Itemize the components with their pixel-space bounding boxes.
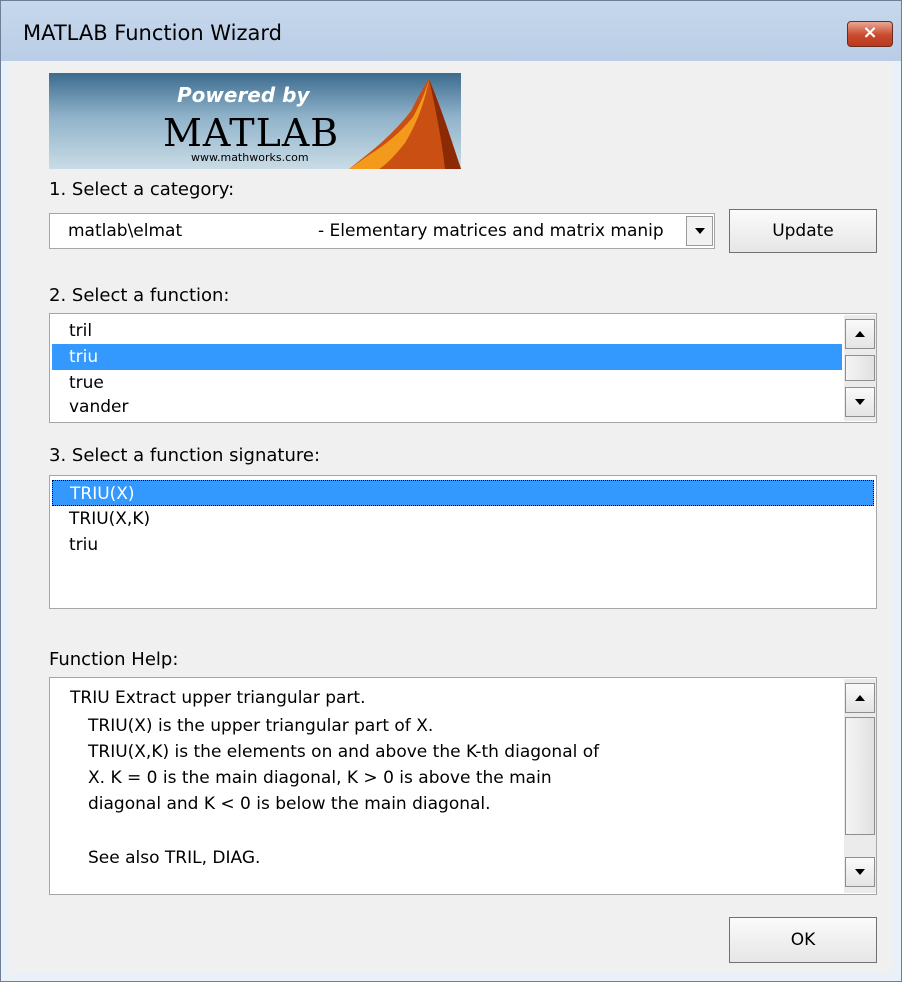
signature-item[interactable]: triu	[52, 532, 874, 558]
dropdown-arrow-button[interactable]	[686, 216, 713, 246]
dialog-body: Powered by MATLAB www.mathworks.com 1. S…	[9, 61, 893, 973]
help-line: X. K = 0 is the main diagonal, K > 0 is …	[88, 768, 552, 788]
logo-powered-by: Powered by	[177, 83, 310, 107]
matlab-logo: Powered by MATLAB www.mathworks.com	[49, 73, 461, 169]
ok-button-label: OK	[790, 930, 816, 950]
help-line: TRIU(X,K) is the elements on and above t…	[88, 742, 600, 762]
signature-label: 3. Select a function signature:	[49, 445, 321, 466]
help-line: diagonal and K < 0 is below the main dia…	[88, 794, 491, 814]
arrow-down-icon	[855, 399, 865, 405]
arrow-up-icon	[855, 695, 865, 701]
scroll-up-button[interactable]	[845, 683, 875, 713]
scroll-thumb[interactable]	[845, 717, 875, 835]
scroll-thumb[interactable]	[845, 355, 875, 381]
close-icon: ×	[862, 22, 878, 43]
ok-button[interactable]: OK	[729, 917, 877, 963]
chevron-down-icon	[694, 228, 705, 234]
signature-item[interactable]: TRIU(X,K)	[52, 506, 874, 532]
help-line: See also TRIL, DIAG.	[88, 848, 261, 868]
function-label: 2. Select a function:	[49, 285, 230, 306]
category-selected-description: - Elementary matrices and matrix manip	[318, 221, 664, 241]
update-button[interactable]: Update	[729, 209, 877, 253]
window-title: MATLAB Function Wizard	[23, 21, 282, 45]
list-item-selected[interactable]: triu	[52, 344, 842, 370]
category-dropdown[interactable]: matlab\elmat - Elementary matrices and m…	[49, 213, 715, 249]
signature-item-selected[interactable]: TRIU(X)	[52, 480, 874, 506]
list-item[interactable]: vander	[52, 394, 842, 420]
matlab-function-wizard-dialog: MATLAB Function Wizard × Powered by MATL…	[0, 0, 902, 982]
help-line: TRIU Extract upper triangular part.	[70, 688, 366, 708]
title-bar[interactable]: MATLAB Function Wizard ×	[1, 1, 901, 61]
category-label: 1. Select a category:	[49, 179, 235, 200]
logo-wordmark: MATLAB	[163, 111, 340, 155]
update-button-label: Update	[772, 221, 834, 241]
arrow-up-icon	[855, 331, 865, 337]
arrow-down-icon	[855, 869, 865, 875]
scroll-up-button[interactable]	[845, 319, 875, 349]
function-scrollbar[interactable]	[844, 315, 876, 421]
logo-url: www.mathworks.com	[191, 151, 309, 164]
list-item[interactable]: true	[52, 370, 842, 396]
help-line: TRIU(X) is the upper triangular part of …	[88, 716, 434, 736]
scroll-down-button[interactable]	[845, 857, 875, 887]
membrane-peak-icon	[349, 79, 461, 169]
scroll-down-button[interactable]	[845, 387, 875, 417]
function-help-textbox[interactable]: TRIU Extract upper triangular part. TRIU…	[49, 677, 877, 895]
function-help-label: Function Help:	[49, 649, 179, 670]
signature-listbox[interactable]: TRIU(X) TRIU(X,K) triu	[49, 475, 877, 609]
help-scrollbar[interactable]	[844, 679, 876, 893]
function-listbox[interactable]: tril triu true vander	[49, 313, 877, 423]
close-button[interactable]: ×	[847, 21, 893, 47]
list-item[interactable]: tril	[52, 318, 842, 344]
category-selected-name: matlab\elmat	[68, 221, 183, 241]
